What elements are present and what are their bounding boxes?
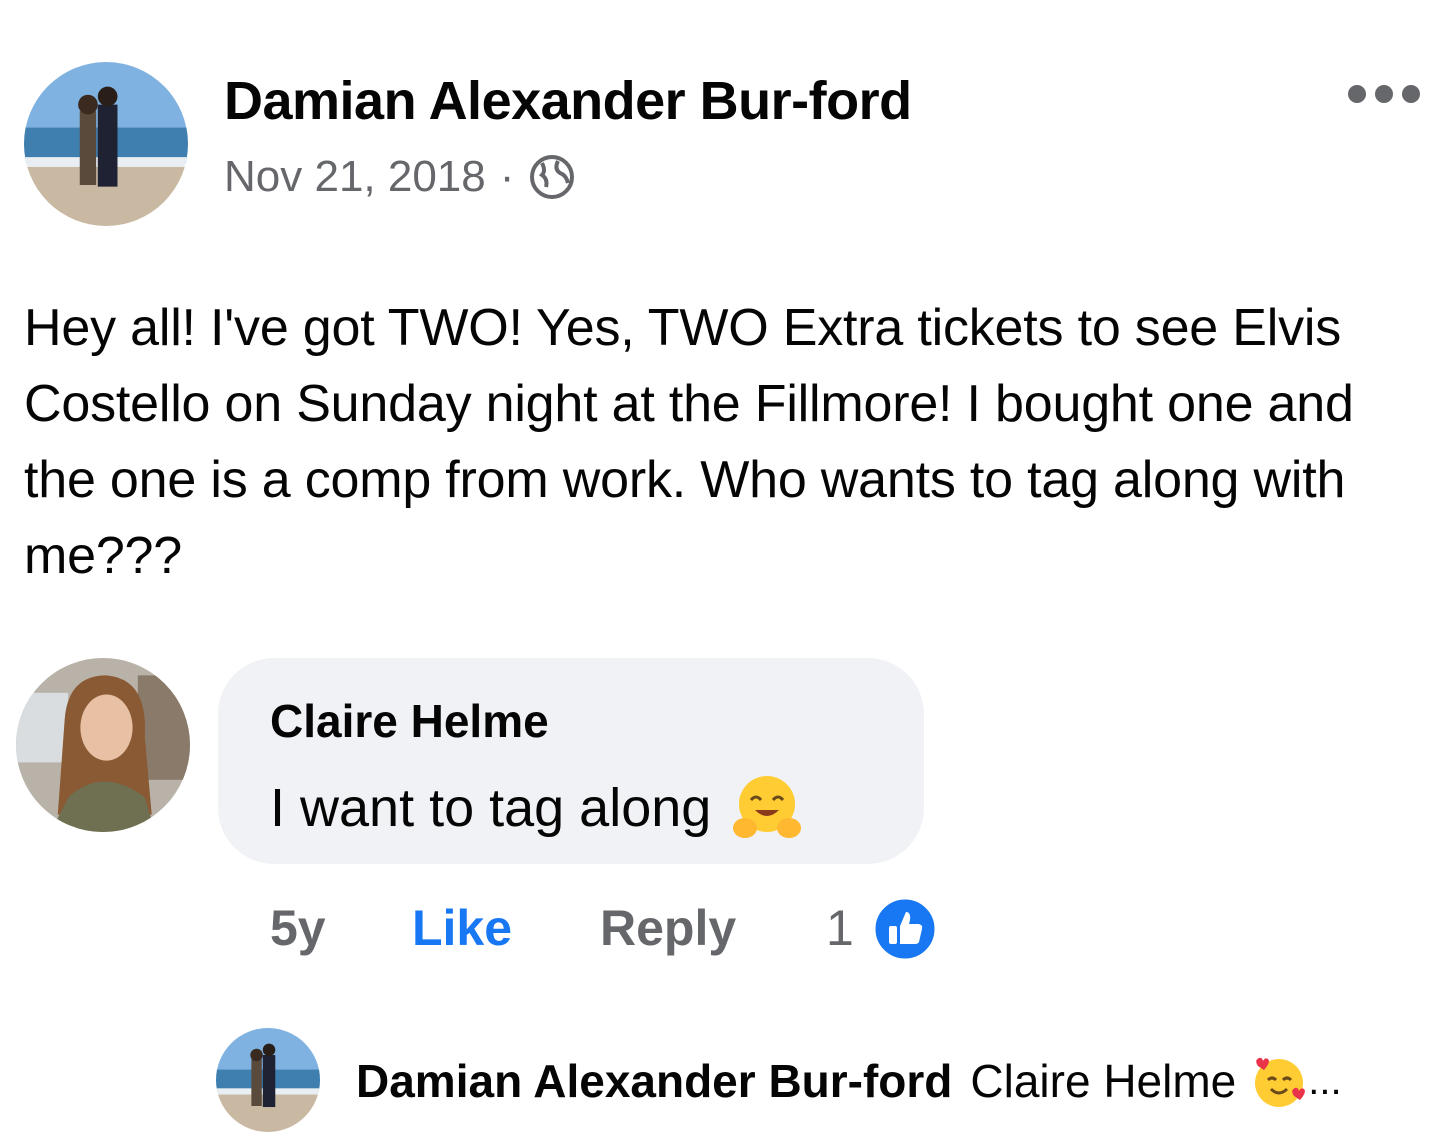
dot [1402,85,1420,103]
reply-button[interactable]: Reply [600,892,736,964]
smiling-face-with-hearts-emoji [1250,1052,1308,1110]
hugging-face-emoji [729,770,805,846]
comment-bubble: Claire Helme I want to tag along [218,658,924,864]
reply-author-avatar[interactable] [216,1028,320,1132]
comment-author-avatar[interactable] [16,658,190,832]
more-options-icon[interactable] [1348,78,1420,110]
reaction-count[interactable]: 1 [826,892,854,964]
like-reaction-icon[interactable] [872,896,938,962]
comment-timestamp[interactable]: 5y [270,892,326,964]
post-body-text: Hey all! I've got TWO! Yes, TWO Extra ti… [24,299,1354,585]
reply-author-name[interactable]: Damian Alexander Bur-ford [356,1054,952,1108]
post-author-name[interactable]: Damian Alexander Bur-ford [224,70,912,132]
dot [1348,85,1366,103]
comment-author-name[interactable]: Claire Helme [270,694,549,748]
reply-preview-text: Claire Helme [970,1055,1237,1107]
reply-preview-row[interactable]: Damian Alexander Bur-ford Claire Helme .… [356,1052,1342,1110]
post-meta: Nov 21, 2018 · [224,152,576,202]
post-author-avatar[interactable] [24,62,188,226]
globe-icon [528,153,576,201]
dot [1375,85,1393,103]
facebook-post: Damian Alexander Bur-ford Nov 21, 2018 ·… [0,0,1440,1140]
comment-text-content: I want to tag along [270,778,712,838]
truncation-ellipsis: ... [1308,1058,1342,1103]
post-date[interactable]: Nov 21, 2018 [224,152,486,202]
meta-separator: · [499,152,515,201]
like-button[interactable]: Like [412,892,512,964]
comment-text: I want to tag along [270,770,805,846]
